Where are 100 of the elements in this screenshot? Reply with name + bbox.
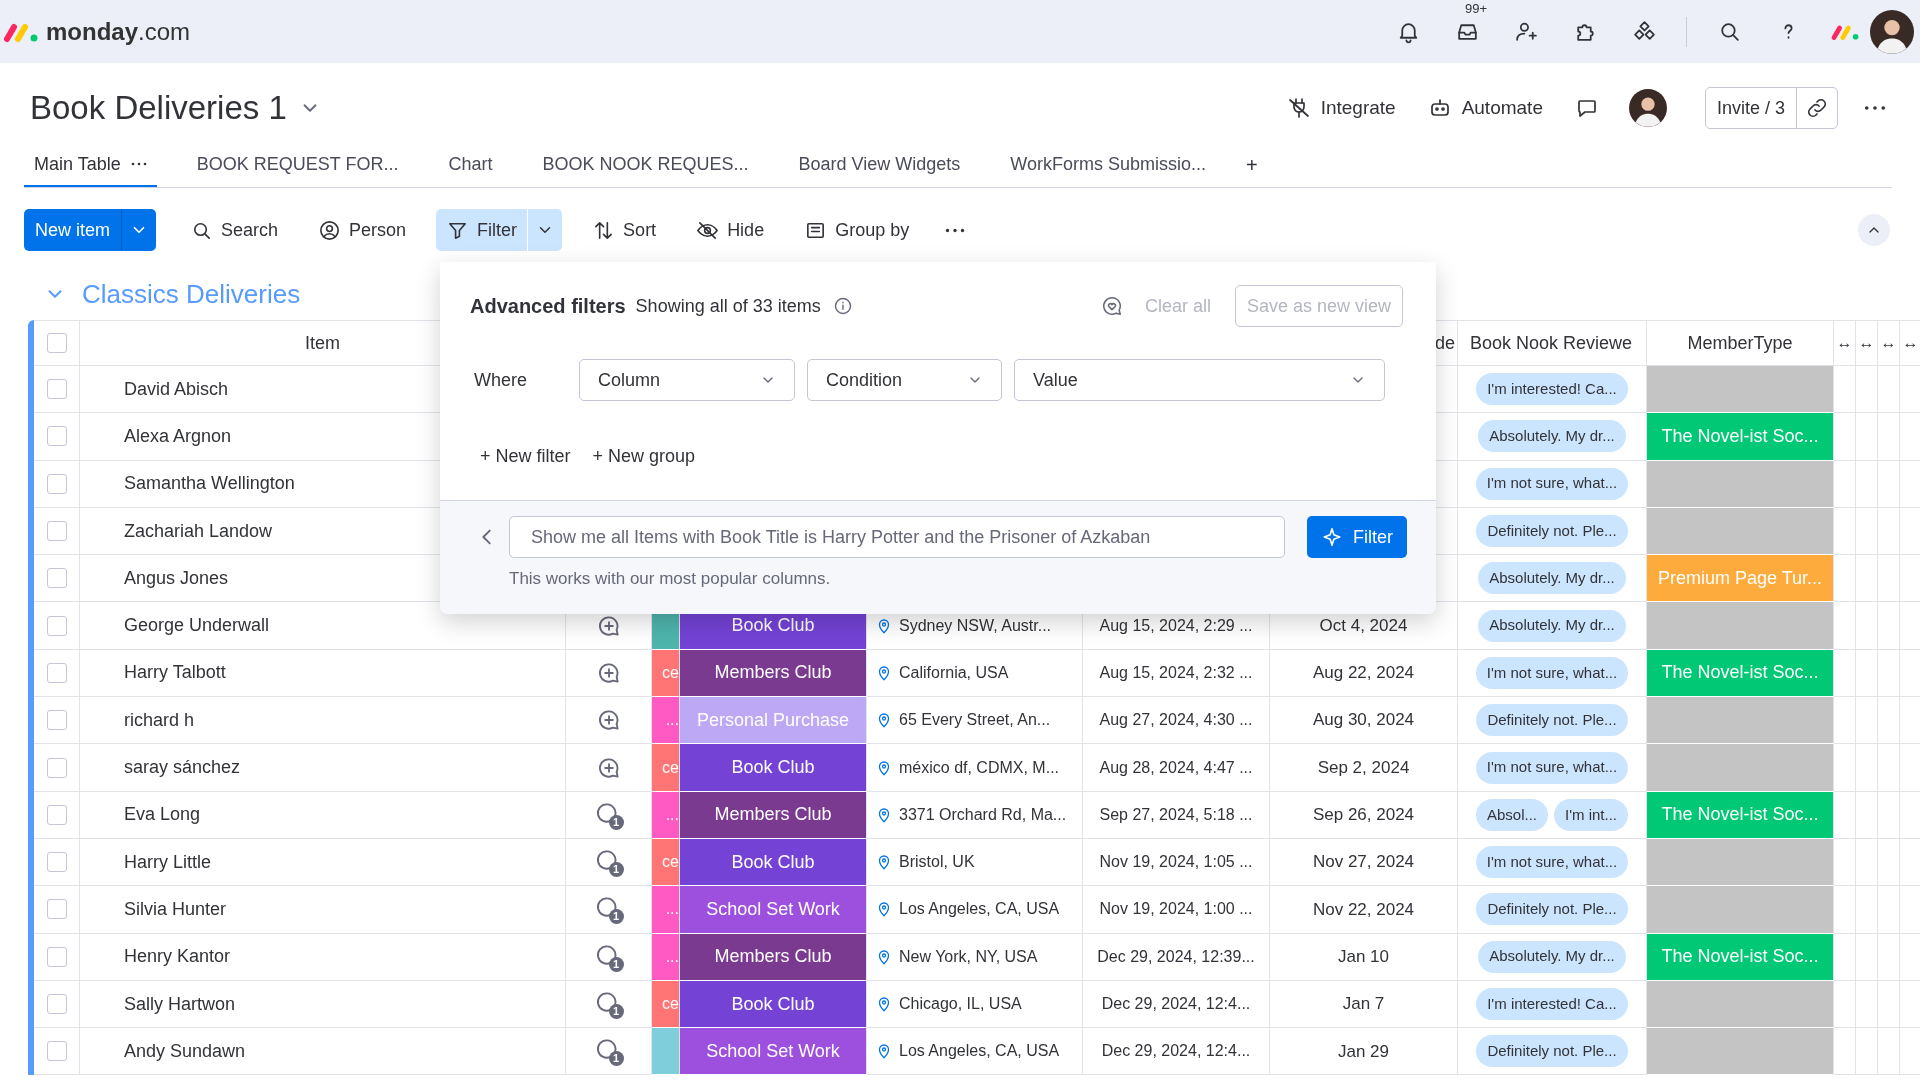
status-label[interactable]: Book Club <box>680 838 867 887</box>
add-filter-link[interactable]: + New filter <box>480 442 571 470</box>
column-header[interactable]: de <box>1434 329 1455 357</box>
update-count[interactable]: 1 <box>608 1004 624 1019</box>
row-checkbox[interactable] <box>46 946 67 967</box>
resize-handle[interactable]: ↔ <box>1836 335 1853 351</box>
item-name[interactable]: Henry Kantor <box>124 943 231 971</box>
member-type-cell[interactable] <box>1647 1028 1834 1076</box>
status-label[interactable]: School Set Work <box>680 1028 867 1076</box>
column-header[interactable]: MemberType <box>1687 329 1793 357</box>
item-name[interactable]: Andy Sundawn <box>124 1037 246 1065</box>
update-count[interactable]: 1 <box>608 956 624 972</box>
board-tab[interactable]: WorkForms Submissio... <box>1000 143 1216 187</box>
review-tag[interactable]: Definitely not. Ple... <box>1476 1035 1628 1068</box>
status-cell[interactable] <box>652 1028 680 1076</box>
row-checkbox[interactable] <box>46 804 67 825</box>
member-type-cell[interactable] <box>1647 980 1834 1029</box>
filter-dropdown[interactable]: Column <box>579 359 795 401</box>
review-tag[interactable]: Definitely not. Ple... <box>1476 515 1628 548</box>
filter-dropdown[interactable] <box>527 209 563 251</box>
board-tab[interactable]: Main Table <box>24 143 157 187</box>
member-type-cell[interactable] <box>1647 460 1834 508</box>
more-button[interactable] <box>1864 104 1886 112</box>
filter-dropdown[interactable]: Condition <box>807 359 1002 401</box>
group-button[interactable]: Group by <box>794 209 920 251</box>
column-header[interactable]: Item <box>305 329 340 357</box>
more-actions-button[interactable] <box>945 226 966 234</box>
member-type-cell[interactable] <box>1647 886 1834 934</box>
item-name[interactable]: Harry Talbott <box>124 659 226 687</box>
review-tag[interactable]: Absol... <box>1475 798 1548 831</box>
item-name[interactable]: Silvia Hunter <box>124 895 227 923</box>
resize-handle[interactable]: ↔ <box>1902 335 1919 351</box>
automate-button[interactable]: Automate <box>1427 93 1543 123</box>
review-tag[interactable]: Absolutely. My dr... <box>1478 609 1626 642</box>
item-name[interactable]: Eva Long <box>124 801 201 829</box>
update-count[interactable]: 1 <box>608 909 624 925</box>
resize-handle[interactable]: ↔ <box>1858 335 1875 351</box>
review-tag[interactable]: Absolutely. My dr... <box>1478 562 1626 595</box>
row-checkbox[interactable] <box>46 615 67 636</box>
item-name[interactable]: Sally Hartwon <box>124 990 236 1018</box>
collapse-button[interactable] <box>1858 214 1890 246</box>
status-label[interactable]: Members Club <box>680 649 867 698</box>
review-tag[interactable]: I'm not sure, what... <box>1475 656 1629 689</box>
select-all-checkbox[interactable] <box>46 333 67 353</box>
item-name[interactable]: richard h <box>124 706 195 734</box>
hide-button[interactable]: Hide <box>686 209 775 251</box>
member-type-cell[interactable] <box>1647 838 1834 887</box>
row-checkbox[interactable] <box>46 473 67 494</box>
status-label[interactable]: Book Club <box>680 744 867 792</box>
search-button[interactable]: Search <box>180 209 289 251</box>
review-tag[interactable]: I'm interested! Ca... <box>1476 988 1628 1020</box>
item-name[interactable]: Harry Little <box>124 848 212 876</box>
filter-submit-button[interactable]: Filter <box>1307 516 1407 558</box>
member-type-cell[interactable] <box>1647 744 1834 792</box>
update-count[interactable]: 1 <box>608 862 624 878</box>
item-name[interactable]: Zachariah Landow <box>124 517 273 545</box>
resize-handle[interactable]: ↔ <box>1880 335 1897 351</box>
status-label[interactable]: Members Club <box>680 933 867 981</box>
row-checkbox[interactable] <box>46 426 67 447</box>
avatar[interactable] <box>1870 9 1914 54</box>
member-type-cell[interactable] <box>1647 602 1834 650</box>
member-type-cell[interactable] <box>1647 507 1834 556</box>
row-checkbox[interactable] <box>46 1041 67 1062</box>
item-name[interactable]: saray sánchez <box>124 754 241 781</box>
ai-filter-input[interactable]: Show me all Items with Book Title is Harry Potter and the Prisoner of Azkaban <box>509 516 1285 558</box>
board-tab[interactable]: BOOK NOOK REQUES... <box>532 143 759 187</box>
avatar[interactable] <box>1628 89 1667 127</box>
item-name[interactable]: Alexa Argnon <box>124 422 232 450</box>
update-count[interactable]: 1 <box>608 814 624 830</box>
row-checkbox[interactable] <box>46 852 67 873</box>
review-tag[interactable]: I'm not sure, what... <box>1475 846 1629 879</box>
review-tag[interactable]: Absolutely. My dr... <box>1478 420 1626 453</box>
row-checkbox[interactable] <box>46 521 67 542</box>
review-tag[interactable]: Definitely not. Ple... <box>1476 704 1628 737</box>
board-title[interactable]: Book Deliveries 1 <box>30 83 287 133</box>
item-name[interactable]: George Underwall <box>124 612 270 640</box>
item-name[interactable]: Angus Jones <box>124 564 229 592</box>
review-tag[interactable]: I'm int... <box>1554 798 1629 831</box>
filter-button[interactable]: Filter <box>436 209 528 251</box>
member-type-cell[interactable] <box>1647 697 1834 745</box>
row-checkbox[interactable] <box>46 710 67 731</box>
review-tag[interactable]: Absolutely. My dr... <box>1478 940 1626 973</box>
board-tab[interactable]: BOOK REQUEST FOR... <box>186 143 409 187</box>
filter-dropdown[interactable]: Value <box>1014 359 1385 401</box>
item-name[interactable]: David Abisch <box>124 375 229 403</box>
column-header[interactable]: Book Nook Reviewe <box>1470 329 1633 357</box>
review-tag[interactable]: Definitely not. Ple... <box>1476 893 1628 926</box>
review-tag[interactable]: I'm not sure, what... <box>1475 467 1629 500</box>
row-checkbox[interactable] <box>46 568 67 589</box>
review-tag[interactable]: I'm interested! Ca... <box>1476 373 1628 406</box>
review-tag[interactable]: I'm not sure, what... <box>1475 751 1629 784</box>
row-checkbox[interactable] <box>46 899 67 920</box>
item-name[interactable]: Samantha Wellington <box>124 470 295 498</box>
row-checkbox[interactable] <box>46 994 67 1014</box>
add-filter-link[interactable]: + New group <box>592 442 696 470</box>
row-checkbox[interactable] <box>46 757 67 778</box>
update-count[interactable]: 1 <box>608 1051 624 1067</box>
member-type-cell[interactable] <box>1647 366 1834 414</box>
tab-menu-button[interactable] <box>130 161 147 167</box>
sort-button[interactable]: Sort <box>582 209 667 251</box>
